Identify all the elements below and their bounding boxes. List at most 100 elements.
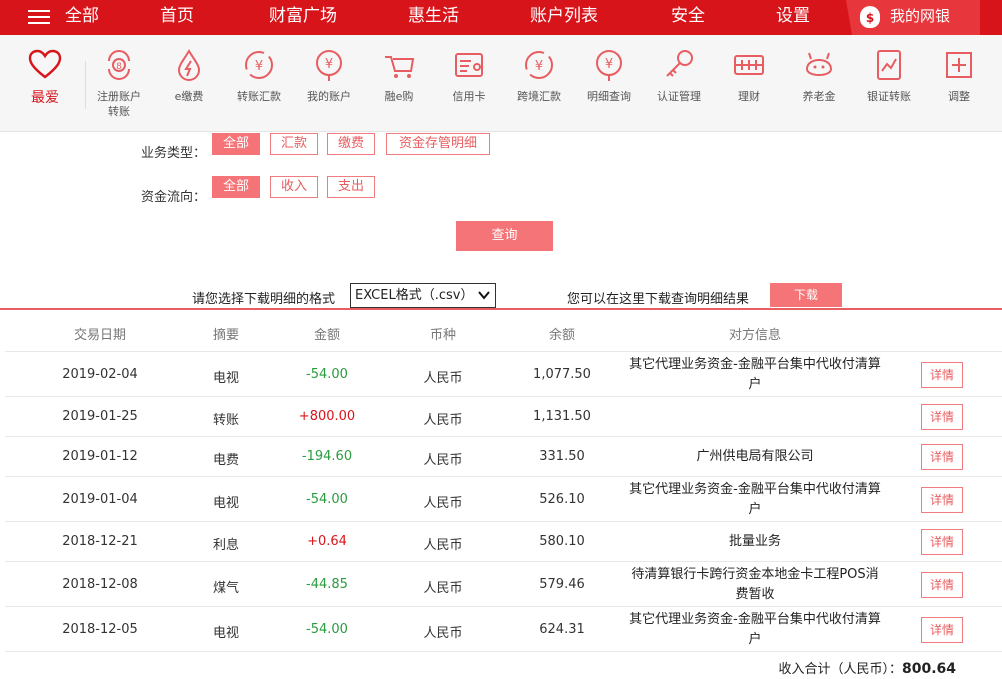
flow-income-chip[interactable]: 收入 bbox=[270, 176, 318, 198]
transfer-icon: ¥ bbox=[245, 51, 273, 79]
my-account-icon: ¥ bbox=[316, 50, 342, 81]
detail-button[interactable]: 详情 bbox=[921, 617, 963, 643]
biz-remit-chip[interactable]: 汇款 bbox=[270, 133, 318, 155]
quick-item-adjust[interactable]: 调整 bbox=[924, 47, 994, 104]
top-nav: 全部 首页 财富广场 惠生活 账户列表 安全 设置 $ 我的网银 bbox=[0, 0, 1002, 35]
detail-button[interactable]: 详情 bbox=[921, 487, 963, 513]
table-row: 2019-01-04 电视 -54.00 人民币 526.10 其它代理业务资金-金融平台… bbox=[5, 477, 1002, 522]
credit-card-icon bbox=[455, 53, 483, 77]
cell-summary: 电费 bbox=[212, 453, 239, 468]
cell-amount: -194.60 bbox=[301, 449, 353, 464]
adjust-icon bbox=[946, 52, 972, 78]
income-summary-label: 收入合计（人民币）： bbox=[778, 662, 902, 677]
nav-home[interactable]: 首页 bbox=[160, 0, 194, 35]
table-row: 2018-12-05 电视 -54.00 人民币 624.31 其它代理业务资金-金融平台… bbox=[5, 607, 1002, 652]
table-row: 2019-01-12 电费 -194.60 人民币 331.50 广州供电局有限公司 详情 bbox=[5, 437, 1002, 477]
cell-currency: 人民币 bbox=[423, 413, 463, 428]
nav-wealth[interactable]: 财富广场 bbox=[269, 0, 337, 35]
detail-button[interactable]: 详情 bbox=[921, 404, 963, 430]
nav-life[interactable]: 惠生活 bbox=[408, 0, 459, 35]
e-payment-icon bbox=[177, 49, 201, 81]
format-select-value: EXCEL格式（.csv） bbox=[355, 288, 474, 303]
quick-item-cross-border[interactable]: ¥ 跨境汇款 bbox=[504, 47, 574, 104]
register-transfer-icon: 8 bbox=[108, 50, 130, 80]
income-summary-value: 800.64 bbox=[901, 661, 956, 677]
quick-item-pension[interactable]: 养老金 bbox=[784, 47, 854, 104]
biz-custody-chip[interactable]: 资金存管明细 bbox=[386, 133, 490, 155]
biz-payment-chip[interactable]: 缴费 bbox=[327, 133, 375, 155]
cell-balance: 1,077.50 bbox=[533, 367, 591, 382]
cell-date: 2019-01-04 bbox=[62, 492, 138, 507]
format-prompt: 请您选择下载明细的格式 bbox=[192, 292, 336, 307]
cross-border-icon: ¥ bbox=[525, 51, 553, 79]
biz-all-chip[interactable]: 全部 bbox=[212, 133, 260, 155]
business-type-label: 业务类型： bbox=[141, 146, 207, 161]
nav-security[interactable]: 安全 bbox=[671, 0, 705, 35]
detail-button[interactable]: 详情 bbox=[921, 529, 963, 555]
quick-item-register-transfer[interactable]: 8 注册账户 转账 bbox=[84, 47, 154, 119]
quick-item-my-account[interactable]: ¥ 我的账户 bbox=[294, 47, 364, 104]
heart-icon bbox=[28, 49, 62, 79]
cell-date: 2019-01-12 bbox=[62, 449, 138, 464]
detail-button[interactable]: 详情 bbox=[921, 362, 963, 388]
flow-all-chip[interactable]: 全部 bbox=[212, 176, 260, 198]
cell-balance: 580.10 bbox=[539, 534, 585, 549]
quick-item-transfer[interactable]: ¥ 转账汇款 bbox=[224, 47, 294, 104]
cell-summary: 电视 bbox=[212, 496, 239, 511]
quick-item-label: e缴费 bbox=[174, 90, 204, 103]
quick-item-credit-card[interactable]: 信用卡 bbox=[434, 47, 504, 104]
cell-currency: 人民币 bbox=[423, 538, 463, 553]
cell-amount: +800.00 bbox=[298, 409, 356, 424]
cell-amount: -54.00 bbox=[306, 622, 348, 637]
cell-amount: +0.64 bbox=[307, 534, 347, 549]
cell-counterparty: 其它代理业务资金-金融平台集中代收付清算户 bbox=[629, 482, 881, 517]
cell-amount: -54.00 bbox=[306, 492, 348, 507]
quick-item-label: 养老金 bbox=[802, 90, 836, 103]
table-row: 2019-01-25 转账 +800.00 人民币 1,131.50 详情 bbox=[5, 397, 1002, 437]
cell-summary: 利息 bbox=[212, 538, 239, 553]
header-amount: 金额 bbox=[313, 328, 340, 343]
cell-currency: 人民币 bbox=[423, 371, 463, 386]
my-bank-label: 我的网银 bbox=[890, 7, 951, 25]
nav-accounts[interactable]: 账户列表 bbox=[530, 0, 598, 35]
svg-text:8: 8 bbox=[116, 62, 122, 72]
detail-button[interactable]: 详情 bbox=[921, 572, 963, 598]
cell-counterparty: 批量业务 bbox=[728, 534, 781, 549]
cell-date: 2018-12-05 bbox=[62, 622, 138, 637]
format-select[interactable]: EXCEL格式（.csv） bbox=[350, 283, 496, 308]
cell-balance: 624.31 bbox=[539, 622, 585, 637]
download-row: 请您选择下载明细的格式 EXCEL格式（.csv） 您可以在这里下载查询明细结果… bbox=[0, 276, 1002, 310]
quick-item-e-payment[interactable]: e缴费 bbox=[154, 47, 224, 104]
table-row: 2019-02-04 电视 -54.00 人民币 1,077.50 其它代理业务资金-金融… bbox=[5, 352, 1002, 397]
download-button[interactable]: 下载 bbox=[770, 283, 842, 307]
detail-query-icon: ¥ bbox=[596, 50, 622, 81]
nav-all[interactable]: 全部 bbox=[65, 0, 99, 35]
cell-amount: -54.00 bbox=[306, 367, 348, 382]
cell-summary: 煤气 bbox=[212, 581, 239, 596]
quick-item-label: 理财 bbox=[738, 90, 760, 103]
svg-text:¥: ¥ bbox=[325, 57, 333, 72]
quick-item-finance[interactable]: 理财 bbox=[714, 47, 784, 104]
quick-item-label: 转账汇款 bbox=[237, 90, 281, 103]
quick-item-e-shop[interactable]: 融e购 bbox=[364, 47, 434, 104]
favorites[interactable]: 最爱 bbox=[22, 49, 68, 107]
nav-settings[interactable]: 设置 bbox=[776, 0, 810, 35]
flow-expense-chip[interactable]: 支出 bbox=[327, 176, 375, 198]
header-currency: 币种 bbox=[429, 328, 456, 343]
svg-text:¥: ¥ bbox=[605, 57, 613, 72]
svg-text:¥: ¥ bbox=[535, 59, 543, 74]
quick-item-label: 银证转账 bbox=[867, 90, 911, 103]
menu-icon[interactable] bbox=[28, 7, 50, 27]
my-bank-button[interactable]: $ 我的网银 bbox=[846, 0, 980, 35]
e-shop-icon bbox=[385, 56, 415, 78]
income-summary: 收入合计（人民币）：800.64 bbox=[778, 658, 956, 677]
quick-item-stock-transfer[interactable]: 银证转账 bbox=[854, 47, 924, 104]
quick-item-key[interactable]: 认证管理 bbox=[644, 47, 714, 104]
query-button[interactable]: 查询 bbox=[456, 221, 553, 251]
table-header: 交易日期 摘要 金额 币种 余额 对方信息 bbox=[5, 312, 1002, 352]
cell-counterparty: 广州供电局有限公司 bbox=[696, 449, 814, 464]
quick-item-detail-query[interactable]: ¥ 明细查询 bbox=[574, 47, 644, 104]
detail-button[interactable]: 详情 bbox=[921, 444, 963, 470]
finance-icon bbox=[734, 55, 764, 75]
quick-item-label: 注册账户 转账 bbox=[97, 90, 141, 118]
